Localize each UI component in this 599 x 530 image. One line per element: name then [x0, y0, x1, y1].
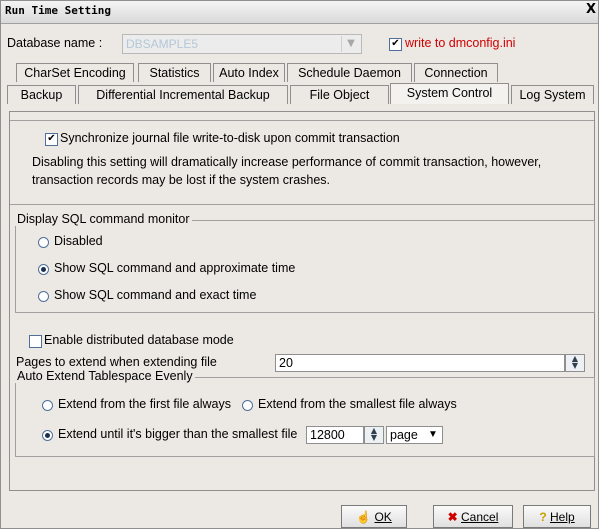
radio-first-file[interactable] — [42, 400, 53, 411]
sync-checkbox[interactable]: ✔ — [45, 133, 58, 146]
tab-label: Backup — [20, 88, 63, 102]
radio-bigger-than-smallest-label: Extend until it's bigger than the smalle… — [58, 427, 298, 441]
distributed-checkbox[interactable] — [29, 335, 42, 348]
tab-label: CharSet Encoding — [24, 66, 126, 80]
radio-smallest-file-label: Extend from the smallest file always — [258, 397, 457, 411]
tab-label: System Control — [406, 86, 493, 100]
help-question-icon: ? — [539, 510, 547, 524]
help-label: Help — [550, 510, 575, 524]
database-value: DBSAMPLE5 — [126, 37, 199, 51]
help-button[interactable]: ? Help — [523, 505, 591, 528]
tab-backup[interactable]: Backup — [7, 85, 76, 104]
radio-first-file-label: Extend from the first file always — [58, 397, 231, 411]
radio-approximate-time[interactable] — [38, 264, 49, 275]
sync-label: Synchronize journal file write-to-disk u… — [60, 131, 400, 145]
radio-approximate-time-label: Show SQL command and approximate time — [54, 261, 296, 275]
tab-schedule-daemon[interactable]: Schedule Daemon — [287, 63, 412, 82]
sync-description-line2: transaction records may be lost if the s… — [32, 173, 331, 187]
auto-extend-unit-dropdown[interactable]: page ▼ — [386, 426, 443, 444]
tab-differential-incremental-backup[interactable]: Differential Incremental Backup — [78, 85, 288, 104]
tab-label: Log System — [519, 88, 586, 102]
close-icon[interactable]: X — [586, 2, 596, 17]
sync-group: ✔ Synchronize journal file write-to-disk… — [10, 120, 594, 205]
auto-extend-spinner[interactable]: ▲ ▼ — [364, 426, 384, 444]
sql-monitor-legend: Display SQL command monitor — [15, 212, 192, 226]
radio-disabled-label: Disabled — [54, 234, 103, 248]
dialog-window: Run Time Setting X Database name : DBSAM… — [0, 0, 599, 529]
write-config-checkbox[interactable]: ✔ — [389, 38, 402, 51]
database-combo[interactable]: DBSAMPLE5 ▼ — [122, 34, 362, 54]
tab-label: Statistics — [149, 66, 200, 80]
auto-extend-group: Auto Extend Tablespace Evenly Extend fro… — [15, 369, 595, 457]
tab-auto-index[interactable]: Auto Index — [213, 63, 285, 82]
tab-file-object[interactable]: File Object — [290, 85, 389, 104]
cancel-x-icon: ✖ — [447, 510, 458, 524]
tab-label: Auto Index — [219, 66, 279, 80]
tab-label: Differential Incremental Backup — [96, 88, 270, 102]
tab-connection[interactable]: Connection — [414, 63, 498, 82]
tab-system-control[interactable]: System Control — [390, 83, 509, 104]
cancel-button[interactable]: ✖ Cancel — [433, 505, 513, 528]
extend-pages-input[interactable]: 20 — [275, 354, 565, 372]
auto-extend-value-input[interactable]: 12800 — [306, 426, 364, 444]
radio-smallest-file[interactable] — [242, 400, 253, 411]
database-row: Database name : DBSAMPLE5 ▼ ✔ write to d… — [1, 23, 598, 61]
distributed-label: Enable distributed database mode — [44, 333, 234, 347]
extend-pages-spinner[interactable]: ▲ ▼ — [565, 354, 585, 372]
write-config-label: write to dmconfig.ini — [405, 36, 516, 50]
auto-extend-legend: Auto Extend Tablespace Evenly — [15, 369, 195, 383]
auto-extend-unit-value: page — [390, 428, 418, 442]
tab-label: Schedule Daemon — [298, 66, 401, 80]
sql-monitor-group: Display SQL command monitor Disabled Sho… — [15, 212, 595, 313]
button-bar: ☝ OK ✖ Cancel ? Help — [1, 497, 598, 530]
radio-exact-time[interactable] — [38, 291, 49, 302]
window-title: Run Time Setting — [5, 4, 111, 17]
radio-bigger-than-smallest[interactable] — [42, 430, 53, 441]
sync-description-line1: Disabling this setting will dramatically… — [32, 155, 542, 169]
radio-exact-time-label: Show SQL command and exact time — [54, 288, 257, 302]
tab-statistics[interactable]: Statistics — [138, 63, 211, 82]
chevron-down-icon[interactable]: ▼ — [428, 429, 438, 440]
cancel-label: Cancel — [461, 510, 499, 524]
system-control-panel: ✔ Synchronize journal file write-to-disk… — [9, 111, 595, 491]
tab-label: File Object — [309, 88, 370, 102]
tab-log-system[interactable]: Log System — [511, 85, 594, 104]
tab-charset-encoding[interactable]: CharSet Encoding — [16, 63, 134, 82]
radio-disabled[interactable] — [38, 237, 49, 248]
hand-icon: ☝ — [356, 510, 372, 524]
extend-pages-label: Pages to extend when extending file — [16, 355, 217, 369]
ok-button[interactable]: ☝ OK — [341, 505, 407, 528]
chevron-down-icon[interactable]: ▼ — [341, 36, 360, 52]
title-bar: Run Time Setting X — [1, 1, 598, 24]
database-name-label: Database name : — [7, 36, 103, 50]
ok-label: OK — [374, 510, 392, 524]
tab-label: Connection — [424, 66, 488, 80]
